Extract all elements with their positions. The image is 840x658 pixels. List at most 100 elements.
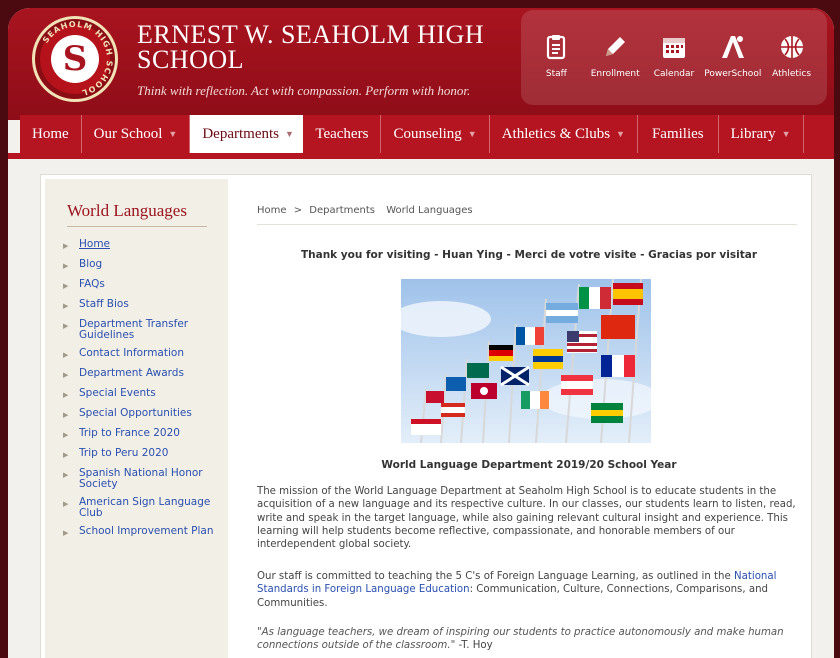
nav-label: Counseling bbox=[393, 125, 462, 142]
calendar-icon bbox=[662, 38, 685, 58]
sidebar-item-transfer-guidelines[interactable]: ▶ Department Transfer Guidelines bbox=[63, 319, 223, 341]
site-header: SEAHOLM HIGH SCHOOL S ERNEST W. SEAHOLM … bbox=[8, 8, 834, 120]
sidebar-list: ▶ Home ▶ Blog ▶ FAQs ▶ Staff Bios ▶ Departmen… bbox=[63, 239, 223, 546]
quicklink-calendar[interactable]: Calendar bbox=[646, 32, 702, 105]
breadcrumb-home[interactable]: Home bbox=[257, 205, 287, 216]
school-name[interactable]: ERNEST W. SEAHOLM HIGH SCHOOL bbox=[137, 22, 517, 73]
chevron-down-icon: ▼ bbox=[616, 129, 625, 139]
sidebar-item-label: Department Awards bbox=[79, 367, 184, 379]
sidebar-item-blog[interactable]: ▶ Blog bbox=[63, 259, 223, 272]
bullet-icon: ▶ bbox=[63, 242, 69, 250]
bullet-icon: ▶ bbox=[63, 371, 69, 379]
quicklink-enrollment[interactable]: Enrollment bbox=[587, 32, 643, 105]
sidebar-item-label: Special Opportunities bbox=[79, 407, 192, 419]
nav-teachers[interactable]: Teachers bbox=[303, 115, 382, 153]
sidebar-item-spanish-honor-society[interactable]: ▶ Spanish National Honor Society bbox=[63, 468, 223, 490]
bullet-icon: ▶ bbox=[63, 529, 69, 537]
main-nav: Home Our School ▼ Departments ▼ Teachers C… bbox=[20, 115, 834, 153]
world-flags-image bbox=[401, 279, 651, 443]
sidebar: World Languages ▶ Home ▶ Blog ▶ FAQs ▶ Staff… bbox=[45, 179, 228, 658]
nav-families[interactable]: Families bbox=[638, 115, 719, 153]
sidebar-item-label: Special Events bbox=[79, 387, 156, 399]
sidebar-item-special-opportunities[interactable]: ▶ Special Opportunities bbox=[63, 408, 223, 421]
sidebar-item-trip-peru[interactable]: ▶ Trip to Peru 2020 bbox=[63, 448, 223, 461]
welcome-heading: Thank you for visiting - Huan Ying - Mer… bbox=[300, 249, 758, 261]
bullet-icon: ▶ bbox=[63, 411, 69, 419]
breadcrumb-separator: > bbox=[293, 205, 303, 216]
pencil-icon bbox=[606, 37, 626, 56]
nav-our-school[interactable]: Our School ▼ bbox=[82, 115, 191, 153]
breadcrumb-divider bbox=[257, 224, 797, 225]
sidebar-item-asl-club[interactable]: ▶ American Sign Language Club bbox=[63, 497, 223, 519]
sidebar-item-label: FAQs bbox=[79, 278, 105, 290]
breadcrumb: Home > Departments World Languages bbox=[257, 205, 477, 216]
nav-athletics-clubs[interactable]: Athletics & Clubs ▼ bbox=[490, 115, 638, 153]
sidebar-title: World Languages bbox=[67, 201, 187, 220]
sidebar-item-faqs[interactable]: ▶ FAQs bbox=[63, 279, 223, 292]
sidebar-item-contact[interactable]: ▶ Contact Information bbox=[63, 348, 223, 361]
nav-departments[interactable]: Departments ▼ bbox=[190, 115, 304, 153]
sidebar-item-label: Contact Information bbox=[79, 347, 184, 359]
browser-frame: SEAHOLM HIGH SCHOOL S ERNEST W. SEAHOLM … bbox=[8, 8, 834, 658]
breadcrumb-current: World Languages bbox=[386, 205, 473, 216]
sidebar-item-staff-bios[interactable]: ▶ Staff Bios bbox=[63, 299, 223, 312]
bullet-icon: ▶ bbox=[63, 471, 69, 479]
bullet-icon: ▶ bbox=[63, 282, 69, 290]
quote-author: -T. Hoy bbox=[455, 640, 493, 652]
standards-paragraph: Our staff is committed to teaching the 5… bbox=[257, 570, 797, 610]
bullet-icon: ▶ bbox=[63, 322, 69, 330]
sidebar-item-label: Trip to Peru 2020 bbox=[79, 447, 169, 459]
bullet-icon: ▶ bbox=[63, 351, 69, 359]
nav-label: Our School bbox=[93, 125, 163, 142]
chevron-down-icon: ▼ bbox=[781, 129, 791, 139]
content-area: World Languages ▶ Home ▶ Blog ▶ FAQs ▶ Staff… bbox=[40, 174, 812, 658]
quicklink-label: PowerSchool bbox=[704, 69, 762, 79]
sidebar-item-improvement-plan[interactable]: ▶ School Improvement Plan bbox=[63, 526, 223, 539]
standards-text-pre: Our staff is committed to teaching the 5… bbox=[257, 571, 734, 582]
chevron-down-icon: ▼ bbox=[467, 129, 477, 139]
powerschool-icon bbox=[721, 36, 744, 58]
quicklink-athletics[interactable]: Athletics bbox=[764, 32, 820, 105]
sidebar-item-label: American Sign Language Club bbox=[79, 496, 211, 519]
quicklink-powerschool[interactable]: PowerSchool bbox=[704, 32, 762, 105]
sidebar-item-special-events[interactable]: ▶ Special Events bbox=[63, 388, 223, 401]
breadcrumb-departments[interactable]: Departments bbox=[309, 205, 375, 216]
quicklinks-panel: Staff Enrollment Calendar PowerSchool At… bbox=[521, 10, 827, 105]
sidebar-item-label: Spanish National Honor Society bbox=[79, 467, 203, 490]
nav-counseling[interactable]: Counseling ▼ bbox=[381, 115, 490, 153]
school-motto: Think with reflection. Act with compassi… bbox=[137, 83, 471, 98]
quicklink-label: Calendar bbox=[653, 69, 695, 79]
sidebar-item-trip-france[interactable]: ▶ Trip to France 2020 bbox=[63, 428, 223, 441]
nav-home[interactable]: Home bbox=[20, 115, 82, 153]
nav-underline bbox=[8, 153, 834, 159]
bullet-icon: ▶ bbox=[63, 262, 69, 270]
quicklink-label: Enrollment bbox=[590, 69, 640, 79]
sidebar-item-label: School Improvement Plan bbox=[79, 525, 214, 537]
sidebar-item-label: Blog bbox=[79, 258, 103, 270]
nav-label: Athletics & Clubs bbox=[501, 125, 611, 142]
main-content: Home > Departments World Languages Thank… bbox=[249, 175, 809, 658]
sidebar-item-home[interactable]: ▶ Home bbox=[63, 239, 223, 252]
nav-label: Departments bbox=[202, 125, 279, 142]
bullet-icon: ▶ bbox=[63, 431, 69, 439]
nav-label: Families bbox=[651, 125, 704, 142]
clipboard-icon bbox=[547, 35, 566, 60]
bullet-icon: ▶ bbox=[63, 451, 69, 459]
quicklink-staff[interactable]: Staff bbox=[528, 32, 584, 105]
bullet-icon: ▶ bbox=[63, 391, 69, 399]
basketball-icon bbox=[780, 36, 803, 58]
nav-label: Teachers bbox=[315, 125, 369, 142]
chevron-down-icon: ▼ bbox=[168, 129, 178, 139]
teacher-quote: "As language teachers, we dream of inspi… bbox=[257, 627, 784, 652]
quicklink-label: Athletics bbox=[772, 69, 812, 79]
sidebar-item-label: Department Transfer Guidelines bbox=[79, 318, 189, 341]
sidebar-divider bbox=[67, 226, 207, 227]
nav-label: Home bbox=[32, 125, 69, 142]
bullet-icon: ▶ bbox=[63, 302, 69, 310]
school-seal-logo[interactable]: SEAHOLM HIGH SCHOOL S bbox=[32, 16, 118, 102]
nav-library[interactable]: Library ▼ bbox=[719, 115, 804, 153]
image-caption: World Language Department 2019/20 School… bbox=[381, 459, 677, 471]
bullet-icon: ▶ bbox=[63, 500, 69, 508]
sidebar-item-label: Staff Bios bbox=[79, 298, 129, 310]
sidebar-item-awards[interactable]: ▶ Department Awards bbox=[63, 368, 223, 381]
